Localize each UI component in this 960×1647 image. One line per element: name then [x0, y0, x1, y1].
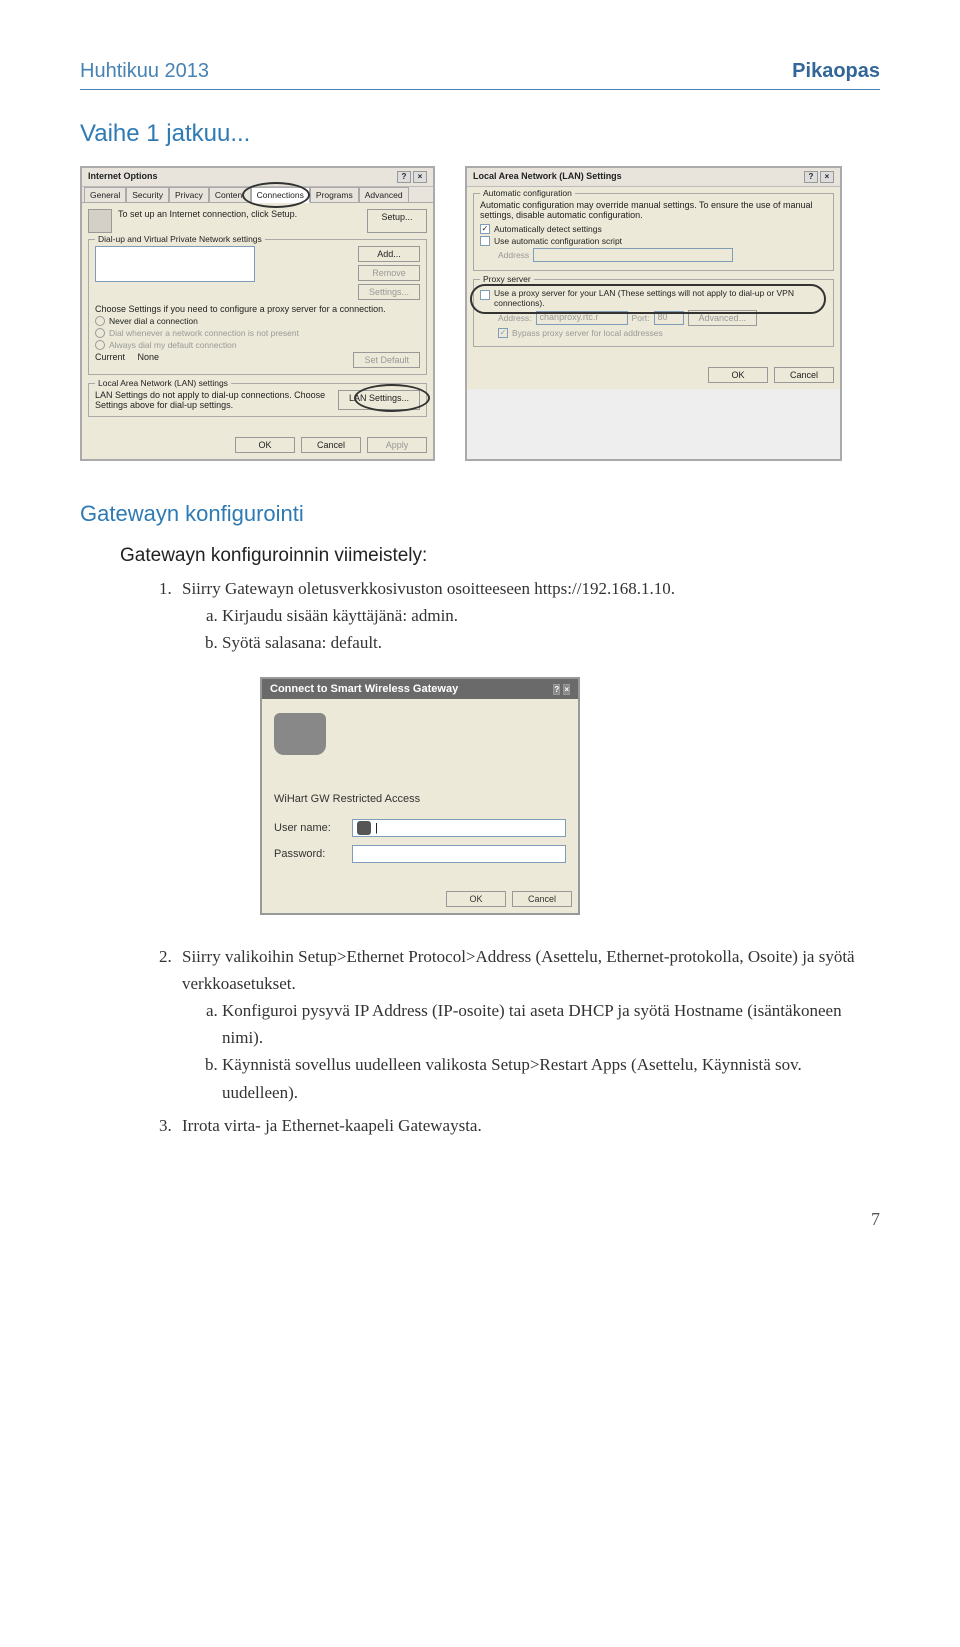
- ok-button[interactable]: OK: [446, 891, 506, 907]
- page-number: 7: [80, 1209, 880, 1230]
- tab-security[interactable]: Security: [126, 187, 169, 202]
- step-2a: Konfiguroi pysyvä IP Address (IP-osoite)…: [222, 997, 880, 1051]
- step-1: Siirry Gatewayn oletusverkkosivuston oso…: [182, 579, 675, 598]
- page-header: Huhtikuu 2013 Pikaopas: [80, 60, 880, 90]
- ok-button[interactable]: OK: [708, 367, 768, 383]
- auto-config-legend: Automatic configuration: [480, 188, 575, 198]
- current-value: None: [138, 352, 160, 362]
- script-address-input[interactable]: [533, 248, 733, 262]
- help-icon[interactable]: ?: [804, 171, 818, 183]
- ok-button[interactable]: OK: [235, 437, 295, 453]
- connect-titlebar: Connect to Smart Wireless Gateway ? ×: [262, 679, 578, 699]
- username-input[interactable]: |: [352, 819, 566, 837]
- restricted-access-text: WiHart GW Restricted Access: [274, 793, 566, 805]
- auto-detect-checkbox[interactable]: ✓: [480, 224, 490, 234]
- proxy-address-label: Address:: [498, 313, 532, 323]
- cancel-button[interactable]: Cancel: [774, 367, 834, 383]
- connection-icon: [88, 209, 112, 233]
- lan-legend: Local Area Network (LAN) settings: [95, 378, 231, 388]
- help-icon[interactable]: ?: [397, 171, 411, 183]
- user-icon: [357, 821, 371, 835]
- lan-dialog-title-text: Local Area Network (LAN) Settings: [473, 171, 622, 183]
- gateway-sub-heading: Gatewayn konfiguroinnin viimeistely:: [120, 545, 880, 567]
- password-label: Password:: [274, 848, 346, 860]
- help-icon[interactable]: ?: [553, 684, 560, 695]
- lan-dialog-titlebar: Local Area Network (LAN) Settings ? ×: [467, 168, 840, 187]
- connect-title-text: Connect to Smart Wireless Gateway: [270, 683, 458, 695]
- settings-button[interactable]: Settings...: [358, 284, 420, 300]
- close-icon[interactable]: ×: [820, 171, 834, 183]
- cancel-button[interactable]: Cancel: [512, 891, 572, 907]
- script-address-label: Address: [498, 250, 529, 260]
- apply-button[interactable]: Apply: [367, 437, 427, 453]
- keys-icon: [274, 713, 326, 755]
- username-label: User name:: [274, 822, 346, 834]
- lan-settings-dialog: Local Area Network (LAN) Settings ? × Au…: [465, 166, 842, 461]
- dialog-title-text: Internet Options: [88, 171, 158, 183]
- step-1b: Syötä salasana: default.: [222, 629, 880, 656]
- add-button[interactable]: Add...: [358, 246, 420, 262]
- auto-script-checkbox[interactable]: [480, 236, 490, 246]
- remove-button[interactable]: Remove: [358, 265, 420, 281]
- tab-general[interactable]: General: [84, 187, 126, 202]
- internet-options-dialog: Internet Options ? × General Security Pr…: [80, 166, 435, 461]
- setup-button[interactable]: Setup...: [367, 209, 427, 233]
- choose-settings-text: Choose Settings if you need to configure…: [95, 304, 420, 314]
- header-date: Huhtikuu 2013: [80, 60, 209, 83]
- step-1a: Kirjaudu sisään käyttäjänä: admin.: [222, 602, 880, 629]
- step-2b: Käynnistä sovellus uudelleen valikosta S…: [222, 1051, 880, 1105]
- step-3: Irrota virta- ja Ethernet-kaapeli Gatewa…: [176, 1112, 880, 1139]
- tab-privacy[interactable]: Privacy: [169, 187, 209, 202]
- steps-list-cont: Siirry valikoihin Setup>Ethernet Protoco…: [176, 943, 880, 1139]
- header-title: Pikaopas: [792, 60, 880, 83]
- circle-highlight-proxy: [470, 284, 826, 314]
- step-2: Siirry valikoihin Setup>Ethernet Protoco…: [182, 947, 855, 993]
- lan-info-text: LAN Settings do not apply to dial-up con…: [95, 390, 332, 410]
- radio-never[interactable]: [95, 316, 105, 326]
- close-icon[interactable]: ×: [413, 171, 427, 183]
- circle-highlight-tab: [242, 182, 310, 208]
- close-icon[interactable]: ×: [563, 684, 570, 695]
- connect-dialog: Connect to Smart Wireless Gateway ? × Wi…: [260, 677, 580, 915]
- tab-programs[interactable]: Programs: [310, 187, 359, 202]
- proxy-legend: Proxy server: [480, 274, 534, 284]
- radio-dial-present[interactable]: [95, 328, 105, 338]
- set-default-button[interactable]: Set Default: [353, 352, 420, 368]
- dialup-legend: Dial-up and Virtual Private Network sett…: [95, 234, 265, 244]
- screenshots-row: Internet Options ? × General Security Pr…: [80, 166, 880, 461]
- circle-highlight-lan-btn: [354, 384, 430, 412]
- proxy-port-label: Port:: [632, 313, 650, 323]
- tabs-row: General Security Privacy Content Connect…: [82, 187, 433, 203]
- dialup-listbox[interactable]: [95, 246, 255, 282]
- steps-list: Siirry Gatewayn oletusverkkosivuston oso…: [176, 575, 880, 657]
- auto-config-text: Automatic configuration may override man…: [480, 200, 827, 220]
- cancel-button[interactable]: Cancel: [301, 437, 361, 453]
- section-title: Vaihe 1 jatkuu...: [80, 120, 880, 148]
- gateway-config-title: Gatewayn konfigurointi: [80, 501, 880, 527]
- radio-always[interactable]: [95, 340, 105, 350]
- password-input[interactable]: [352, 845, 566, 863]
- current-label: Current: [95, 352, 125, 362]
- setup-info-text: To set up an Internet connection, click …: [118, 209, 361, 233]
- bypass-checkbox[interactable]: ✓: [498, 328, 508, 338]
- tab-advanced[interactable]: Advanced: [359, 187, 409, 202]
